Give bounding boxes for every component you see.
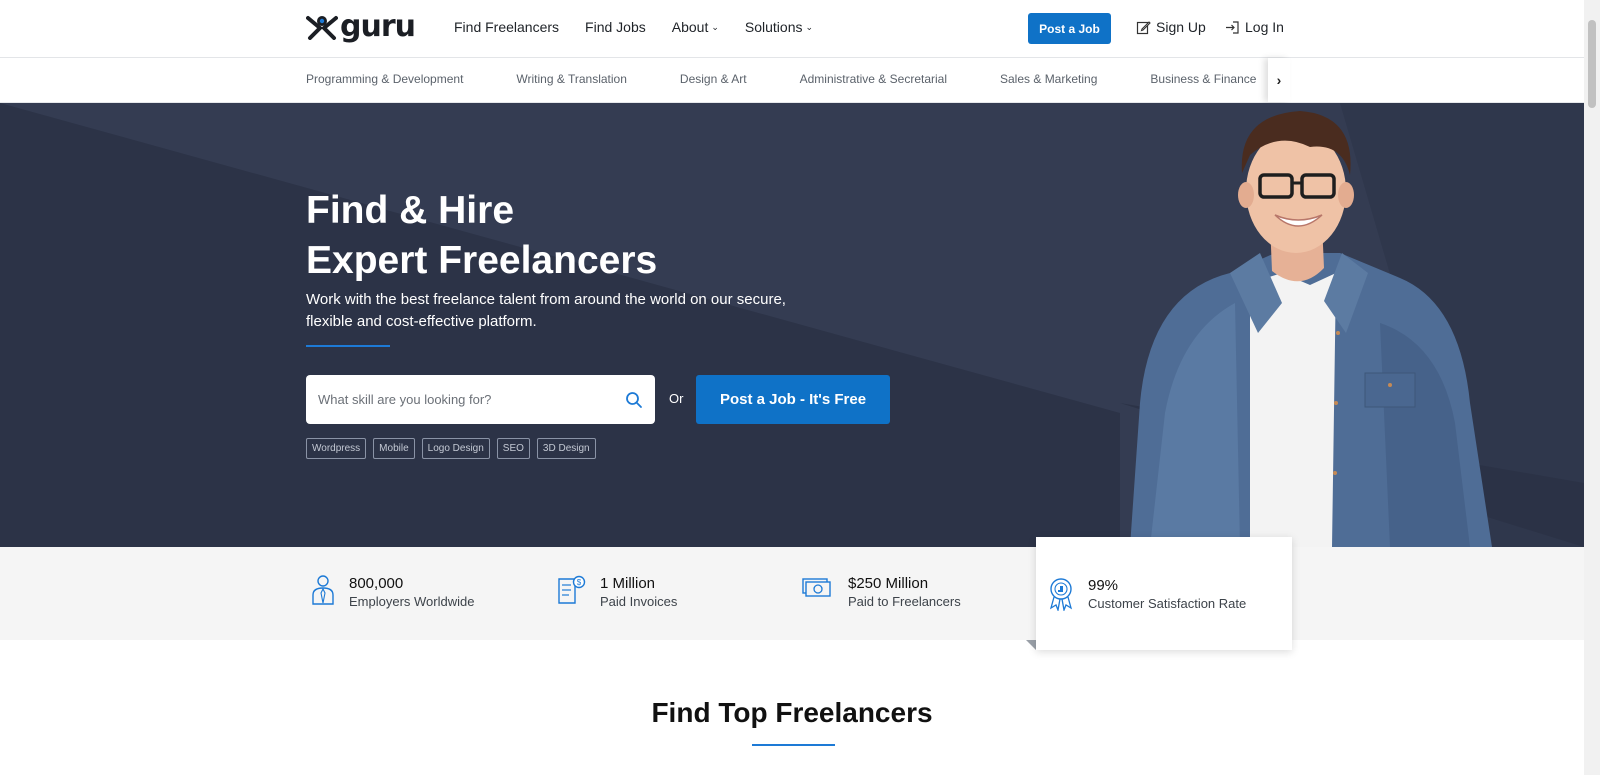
- nav-find-jobs[interactable]: Find Jobs: [585, 19, 646, 35]
- category-list: Programming & Development Writing & Tran…: [306, 72, 1309, 86]
- category-item[interactable]: Sales & Marketing: [1000, 72, 1097, 86]
- chevron-down-icon: ⌄: [805, 22, 814, 32]
- nav-label: Find Freelancers: [454, 19, 560, 35]
- skill-tag[interactable]: Logo Design: [421, 438, 490, 459]
- stats-strip: 800,000 Employers Worldwide $ 1 Million …: [0, 547, 1584, 640]
- edit-icon: [1136, 20, 1151, 34]
- stat-employers: 800,000 Employers Worldwide: [311, 575, 474, 611]
- stat-number: 1 Million: [600, 575, 656, 592]
- nav-find-freelancers[interactable]: Find Freelancers: [454, 19, 559, 35]
- main-nav: Find Freelancers Find Jobs About ⌄ Solut…: [454, 19, 813, 35]
- section-divider: [752, 744, 835, 746]
- nav-label: About: [671, 19, 709, 35]
- nav-solutions[interactable]: Solutions ⌄: [745, 19, 813, 35]
- top-header: guru Find Freelancers Find Jobs About ⌄ …: [0, 0, 1584, 58]
- logo-text: guru: [340, 9, 416, 44]
- award-icon: [1049, 578, 1073, 611]
- card-fold-decoration: [1026, 640, 1036, 650]
- hero-title-line-2: Expert Freelancers: [306, 239, 658, 282]
- stat-label: Employers Worldwide: [349, 594, 475, 609]
- hero-section: Find & Hire Expert Freelancers Work with…: [0, 103, 1584, 547]
- category-bar: Programming & Development Writing & Tran…: [0, 58, 1584, 103]
- stat-card-satisfaction: 99% Customer Satisfaction Rate: [1036, 537, 1292, 650]
- employer-icon: [312, 575, 334, 605]
- hero-subtitle: Work with the best freelance talent from…: [306, 291, 786, 330]
- skill-search-input[interactable]: [318, 392, 625, 407]
- stat-number: 99%: [1088, 577, 1119, 594]
- stat-label: Customer Satisfaction Rate: [1088, 596, 1247, 611]
- skill-tag[interactable]: Wordpress: [306, 438, 367, 459]
- stat-number: $250 Million: [848, 575, 929, 592]
- scrollbar-thumb[interactable]: [1588, 20, 1596, 108]
- guru-logo[interactable]: guru: [306, 9, 416, 44]
- page-scrollbar[interactable]: [1584, 0, 1600, 775]
- hero-person-image: [1130, 103, 1584, 547]
- nav-label: Find Jobs: [585, 19, 646, 35]
- stat-label: Paid Invoices: [600, 594, 678, 609]
- or-text: Or: [669, 391, 684, 406]
- login-icon: [1226, 20, 1239, 34]
- stat-satisfaction: 99% Customer Satisfaction Rate: [1048, 577, 1246, 613]
- chevron-right-icon[interactable]: ›: [1268, 58, 1290, 102]
- post-job-button[interactable]: Post a Job: [1028, 13, 1111, 44]
- invoice-icon: $: [558, 575, 586, 604]
- sign-up-link[interactable]: Sign Up: [1136, 19, 1206, 35]
- hero-title-line-1: Find & Hire: [306, 189, 515, 232]
- skill-tag[interactable]: SEO: [496, 438, 530, 459]
- log-in-label: Log In: [1245, 19, 1284, 35]
- svg-text:$: $: [577, 578, 582, 587]
- category-item[interactable]: Business & Finance: [1150, 72, 1256, 86]
- category-item[interactable]: Administrative & Secretarial: [800, 72, 947, 86]
- log-in-link[interactable]: Log In: [1225, 19, 1284, 35]
- section-title: Find Top Freelancers: [651, 697, 933, 728]
- stat-number: 800,000: [349, 575, 404, 592]
- chevron-down-icon: ⌄: [711, 22, 719, 32]
- search-icon[interactable]: [625, 391, 643, 409]
- category-item[interactable]: Writing & Translation: [516, 72, 627, 86]
- stat-label: Paid to Freelancers: [848, 594, 961, 609]
- hero-title: Find & Hire Expert Freelancers: [306, 186, 657, 286]
- skill-tag[interactable]: Mobile: [373, 438, 415, 459]
- guru-logo-icon: [306, 16, 338, 40]
- category-item[interactable]: Design & Art: [680, 72, 747, 86]
- skill-search-box: [306, 375, 655, 424]
- category-item[interactable]: Programming & Development: [306, 72, 463, 86]
- popular-skill-tags: Wordpress Mobile Logo Design SEO 3D Desi…: [306, 438, 596, 459]
- stat-paid: $250 Million Paid to Freelancers: [802, 575, 961, 611]
- stat-invoices: $ 1 Million Paid Invoices: [556, 575, 677, 611]
- money-icon: [802, 578, 831, 597]
- post-job-free-button[interactable]: Post a Job - It's Free: [696, 375, 890, 424]
- nav-label: Solutions: [744, 19, 803, 35]
- skill-tag[interactable]: 3D Design: [536, 438, 596, 459]
- nav-about[interactable]: About ⌄: [672, 19, 719, 35]
- hero-divider: [306, 345, 390, 347]
- sign-up-label: Sign Up: [1156, 19, 1206, 35]
